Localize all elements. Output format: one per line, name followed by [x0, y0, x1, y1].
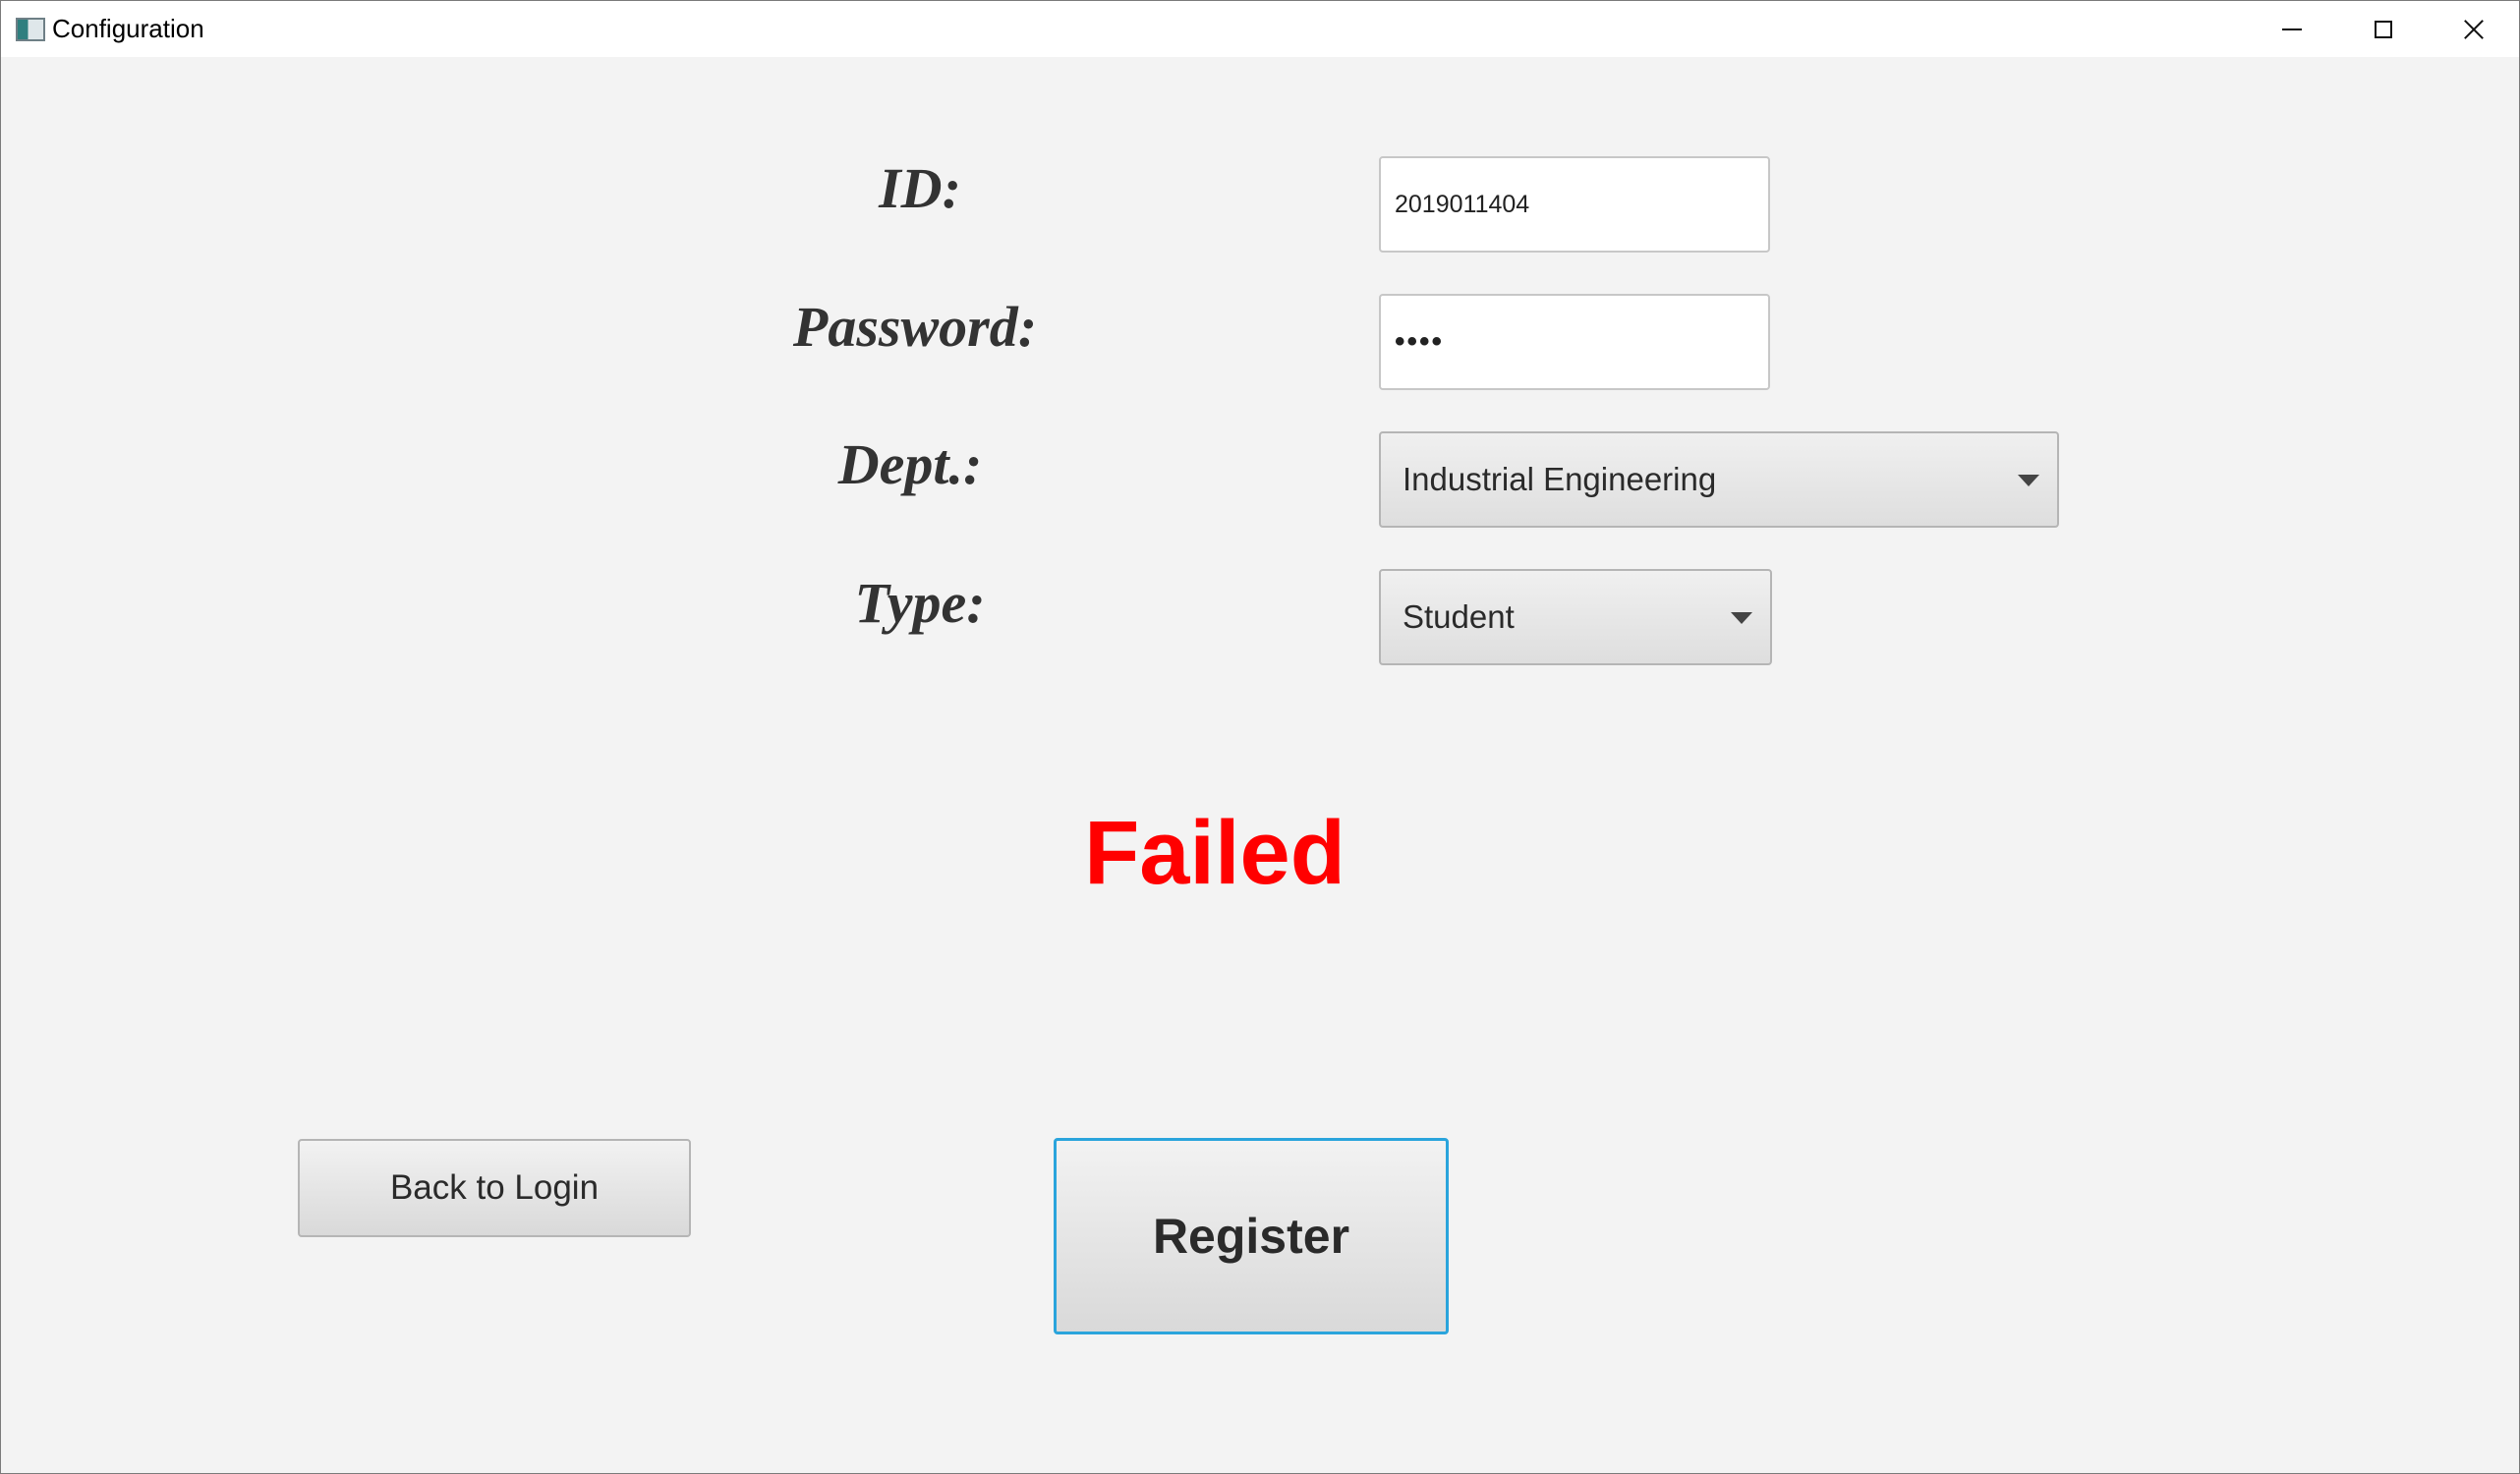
- chevron-down-icon: [2018, 475, 2039, 486]
- dept-label: Dept.:: [837, 432, 983, 496]
- status-message: Failed: [1084, 803, 1346, 903]
- chevron-down-icon: [1731, 612, 1752, 624]
- password-label: Password:: [792, 295, 1038, 359]
- type-selected-value: Student: [1403, 598, 1515, 635]
- id-field[interactable]: 2019011404: [1379, 156, 1770, 253]
- close-button[interactable]: [2429, 1, 2519, 57]
- id-label: ID:: [879, 156, 961, 220]
- type-dropdown[interactable]: Student: [1379, 569, 1772, 665]
- title-bar[interactable]: Configuration: [1, 1, 2519, 57]
- minimize-button[interactable]: [2247, 1, 2337, 57]
- close-icon: [2463, 19, 2485, 40]
- app-window-icon: [16, 18, 45, 41]
- back-to-login-button[interactable]: Back to Login: [298, 1139, 691, 1237]
- dept-selected-value: Industrial Engineering: [1403, 461, 1717, 497]
- minimize-icon: [2282, 28, 2302, 30]
- dept-dropdown[interactable]: Industrial Engineering: [1379, 431, 2059, 528]
- maximize-button[interactable]: [2338, 1, 2429, 57]
- register-button[interactable]: Register: [1054, 1138, 1449, 1334]
- window-title: Configuration: [52, 14, 204, 43]
- type-label: Type:: [854, 571, 986, 635]
- password-field[interactable]: ••••: [1379, 294, 1770, 390]
- maximize-icon: [2375, 20, 2392, 38]
- configuration-window: Configuration ID: 2019011404 Password: •…: [0, 0, 2520, 1474]
